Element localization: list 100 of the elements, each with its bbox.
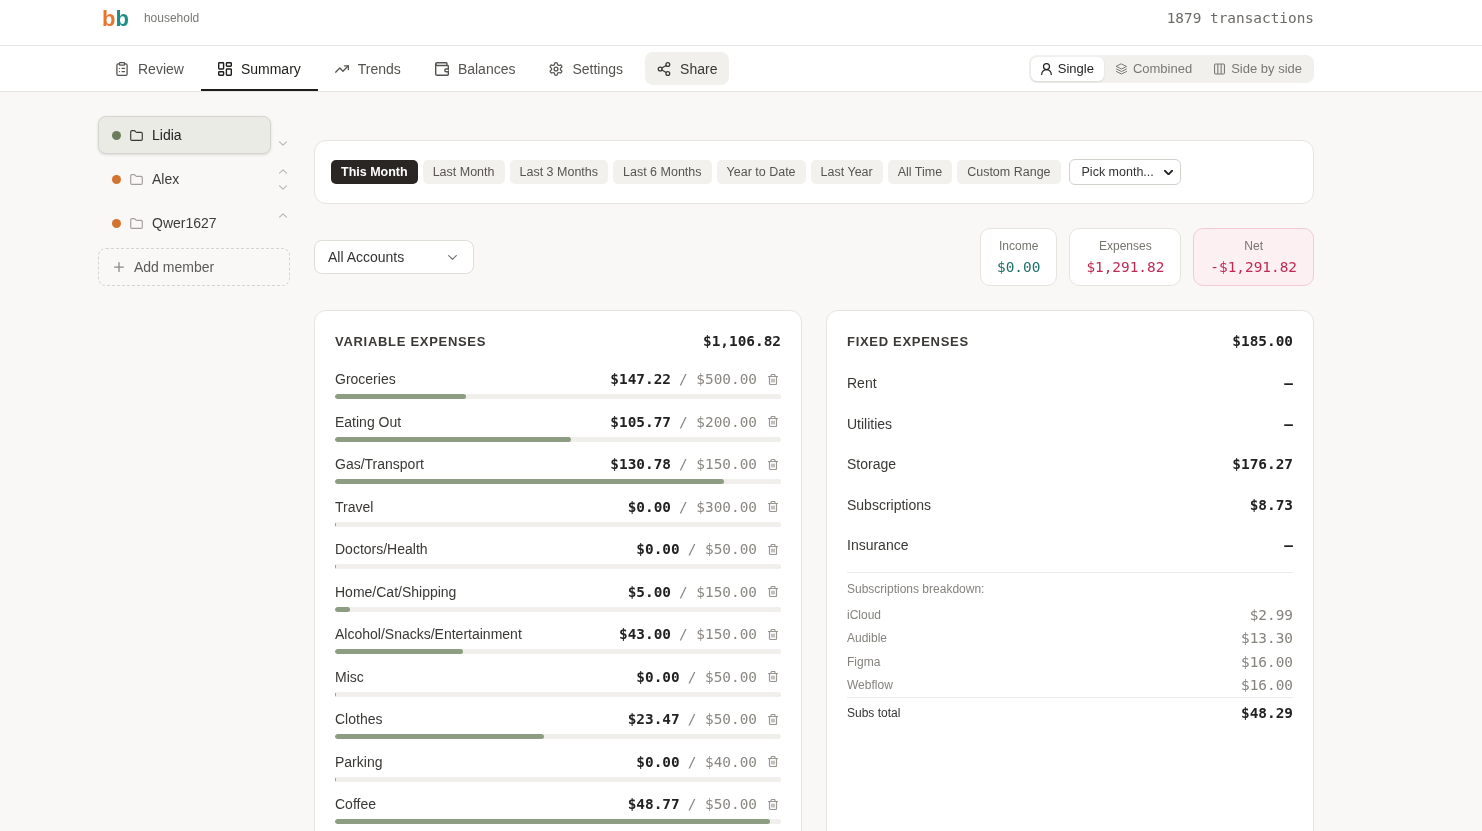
share-icon — [657, 61, 672, 76]
summary-label: Expenses — [1099, 238, 1152, 254]
trash-icon[interactable] — [768, 416, 778, 427]
person-icon — [1040, 62, 1052, 75]
summary-label: Income — [999, 238, 1039, 254]
workspace-name: household — [143, 11, 200, 25]
plus-icon — [114, 262, 124, 272]
expense-amount: — — [1284, 414, 1293, 434]
nav-tab[interactable]: Summary — [200, 46, 318, 91]
chevron-down-icon[interactable] — [279, 140, 287, 146]
month-picker[interactable]: Pick month... — [1068, 159, 1181, 185]
budget-amount: / $200.00 — [679, 413, 757, 430]
view-mode-option[interactable]: Combined — [1105, 56, 1203, 81]
trash-icon[interactable] — [768, 373, 778, 385]
summary-value: $0.00 — [997, 258, 1041, 277]
expense-name: Subscriptions — [847, 495, 932, 515]
member-item[interactable]: Lidia — [98, 116, 271, 154]
member-item[interactable]: Alex — [98, 160, 271, 198]
budget-amount: / $50.00 — [687, 541, 757, 557]
subscription-name: Figma — [847, 654, 881, 669]
account-select[interactable]: All Accounts — [314, 240, 474, 274]
subscription-amount: $2.99 — [1249, 607, 1293, 624]
budget-amount: / $150.00 — [679, 583, 757, 600]
spent-amount: $147.22 — [610, 371, 671, 387]
breakdown-title: Subscriptions breakdown: — [847, 580, 986, 597]
card-total: $185.00 — [1232, 333, 1293, 349]
date-range-button[interactable]: Year to Date — [716, 160, 806, 184]
spent-amount: $23.47 — [627, 711, 680, 727]
trash-icon[interactable] — [768, 586, 778, 597]
trash-icon[interactable] — [768, 543, 778, 555]
category-name: Travel — [335, 498, 374, 515]
trash-icon[interactable] — [768, 458, 778, 470]
category-name: Doctors/Health — [335, 541, 428, 557]
subscription-amount: $16.00 — [1241, 677, 1293, 694]
category-name: Home/Cat/Shipping — [335, 583, 457, 600]
spent-amount: $43.00 — [619, 626, 671, 642]
subscription-name: Audible — [847, 631, 888, 646]
date-range-button[interactable]: Last Year — [810, 160, 883, 184]
view-mode-option[interactable]: Side by side — [1204, 56, 1312, 81]
spent-amount: $130.78 — [610, 456, 671, 472]
chevron-down-icon[interactable] — [279, 184, 287, 190]
date-range-button[interactable]: This Month — [331, 160, 418, 184]
date-range-button[interactable]: Custom Range — [957, 160, 1061, 184]
date-range-button[interactable]: Last 6 Months — [613, 160, 712, 184]
date-range-button[interactable]: All Time — [887, 160, 953, 184]
nav-tab[interactable]: Balances — [417, 46, 533, 91]
category-name: Groceries — [335, 371, 396, 387]
trash-icon[interactable] — [768, 713, 778, 725]
expense-amount: $8.73 — [1249, 495, 1293, 515]
budget-amount: / $150.00 — [679, 456, 757, 472]
trash-icon[interactable] — [768, 756, 778, 767]
category-name: Alcohol/Snacks/Entertainment — [335, 626, 522, 642]
category-name: Eating Out — [335, 413, 402, 430]
settings-icon — [549, 61, 564, 76]
budget-amount: / $50.00 — [687, 796, 757, 812]
folder-icon — [130, 173, 143, 185]
trash-icon[interactable] — [768, 628, 778, 640]
expense-name: Utilities — [847, 414, 893, 434]
expense-name: Rent — [847, 374, 877, 394]
category-name: Coffee — [335, 796, 376, 812]
spent-amount: $0.00 — [636, 668, 680, 685]
spent-amount: $48.77 — [627, 796, 680, 812]
wallet-icon — [434, 61, 449, 76]
expense-name: Storage — [847, 455, 897, 475]
subscription-name: iCloud — [847, 608, 882, 623]
share-button[interactable]: Share — [645, 52, 730, 85]
trash-icon[interactable] — [768, 671, 778, 682]
card-total: $1,106.82 — [703, 333, 781, 349]
subscription-amount: $16.00 — [1241, 653, 1293, 670]
transaction-count: 1879 transactions — [1166, 10, 1314, 26]
chevron-up-icon[interactable] — [279, 212, 287, 218]
budget-amount: / $150.00 — [679, 626, 757, 642]
trash-icon[interactable] — [768, 501, 778, 512]
card-title: VARIABLE EXPENSES — [335, 333, 487, 349]
category-name: Parking — [335, 753, 383, 770]
spent-amount: $5.00 — [627, 583, 671, 600]
nav-tab[interactable]: Review — [98, 46, 201, 91]
budget-amount: / $40.00 — [687, 753, 757, 770]
chevron-down-icon — [1163, 169, 1173, 175]
member-item[interactable]: Qwer1627 — [98, 204, 271, 242]
summary-label: Net — [1244, 238, 1263, 254]
nav-tab[interactable]: Trends — [317, 46, 418, 91]
chevron-up-icon[interactable] — [279, 168, 287, 174]
spent-amount: $105.77 — [610, 413, 671, 430]
category-name: Misc — [335, 668, 364, 685]
category-name: Clothes — [335, 711, 383, 727]
date-range-button[interactable]: Last Month — [422, 160, 505, 184]
date-range-button[interactable]: Last 3 Months — [509, 160, 608, 184]
expense-name: Insurance — [847, 536, 909, 556]
subscription-name: Webflow — [847, 678, 893, 693]
columns-icon — [1214, 62, 1226, 75]
dashboard-grid-icon — [217, 61, 232, 76]
trash-icon[interactable] — [768, 798, 778, 810]
spent-amount: $0.00 — [636, 753, 680, 770]
card-title: FIXED EXPENSES — [847, 333, 969, 349]
add-member-button[interactable]: Add member — [98, 248, 290, 286]
summary-value: $1,291.82 — [1086, 258, 1165, 277]
view-mode-option[interactable]: Single — [1030, 56, 1104, 81]
nav-tab[interactable]: Settings — [532, 46, 641, 91]
subs-total-label: Subs total — [847, 704, 901, 722]
